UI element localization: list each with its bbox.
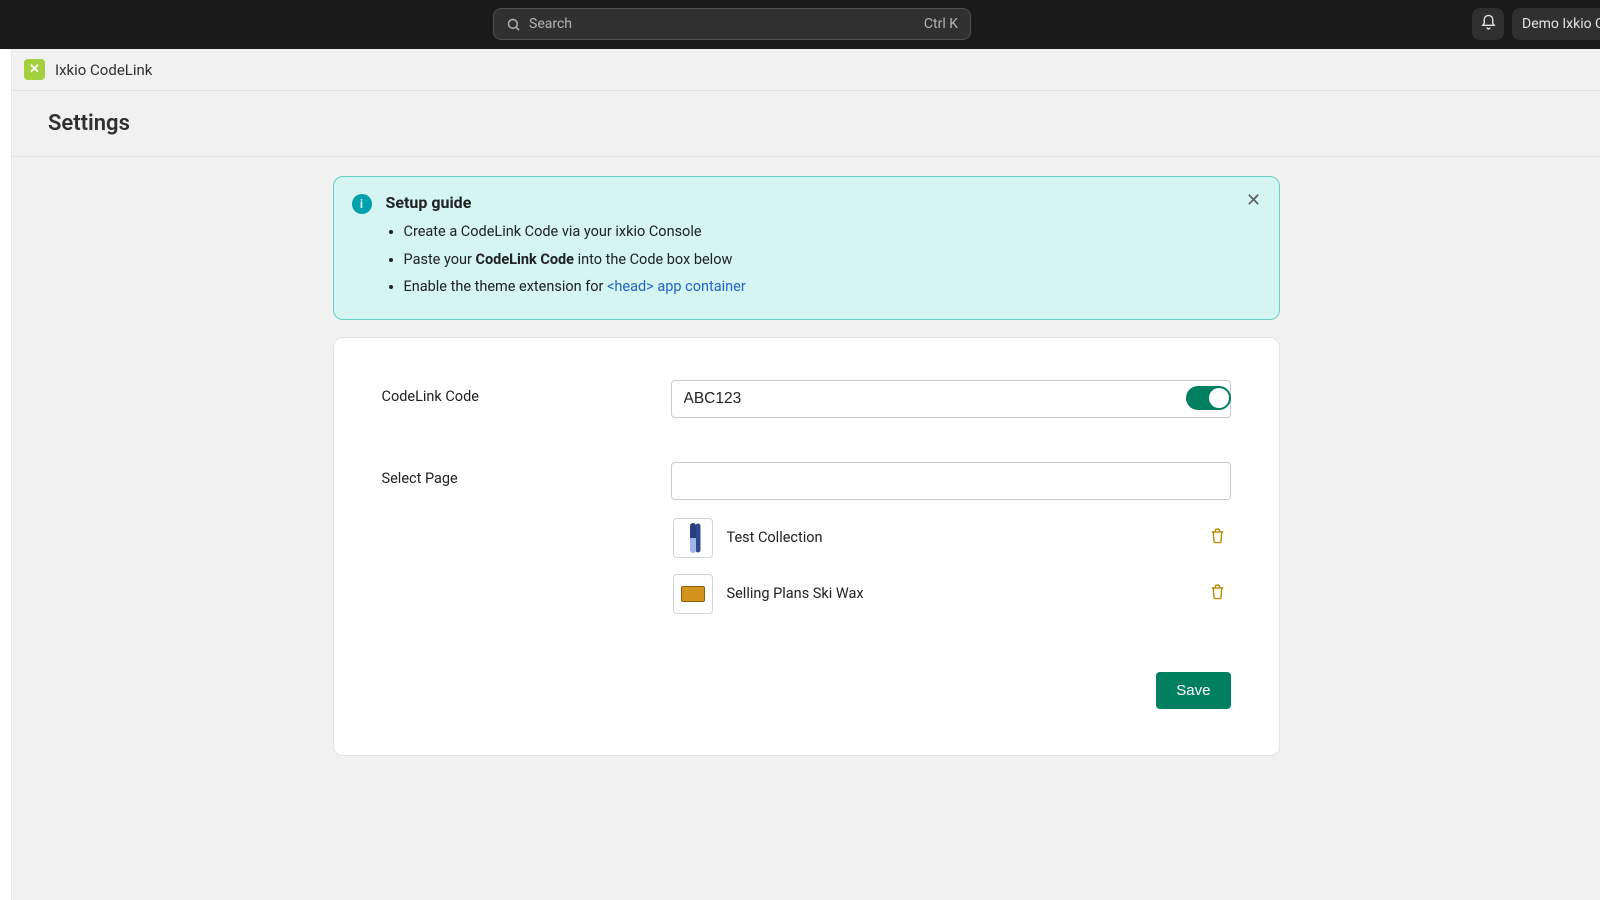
app-logo bbox=[24, 59, 45, 80]
top-bar: Search Ctrl K Demo Ixkio C bbox=[0, 0, 1600, 49]
app-header: Ixkio CodeLink bbox=[0, 49, 1600, 90]
close-icon: ✕ bbox=[1246, 190, 1261, 211]
info-icon: i bbox=[352, 194, 372, 214]
close-banner-button[interactable]: ✕ bbox=[1243, 189, 1265, 211]
search-placeholder: Search bbox=[529, 16, 924, 32]
notifications-button[interactable] bbox=[1472, 8, 1504, 40]
banner-title: Setup guide bbox=[386, 193, 1261, 212]
search-input[interactable]: Search Ctrl K bbox=[493, 8, 971, 40]
app-name: Ixkio CodeLink bbox=[55, 61, 152, 79]
list-item: Test Collection bbox=[671, 510, 1231, 566]
page-name: Test Collection bbox=[727, 529, 1193, 546]
select-page-input[interactable] bbox=[671, 462, 1231, 500]
remove-page-button[interactable] bbox=[1207, 583, 1229, 605]
codelink-code-label: CodeLink Code bbox=[382, 380, 671, 405]
codelink-code-input[interactable] bbox=[671, 380, 1231, 418]
banner-item: Paste your CodeLink Code into the Code b… bbox=[404, 246, 1261, 274]
page-shell: Settings i Setup guide Create a CodeLink… bbox=[12, 90, 1600, 796]
trash-icon bbox=[1209, 583, 1226, 604]
account-menu[interactable]: Demo Ixkio C bbox=[1512, 8, 1600, 40]
search-icon bbox=[506, 17, 521, 32]
toggle-knob bbox=[1209, 388, 1229, 408]
settings-card: CodeLink Code Select Page Test Collectio… bbox=[333, 337, 1280, 756]
save-button[interactable]: Save bbox=[1156, 672, 1230, 709]
page-name: Selling Plans Ski Wax bbox=[727, 585, 1193, 602]
selected-pages-list: Test Collection Selling Plans Ski Wax bbox=[671, 510, 1231, 622]
bell-icon bbox=[1480, 14, 1497, 35]
trash-icon bbox=[1209, 527, 1226, 548]
setup-guide-banner: i Setup guide Create a CodeLink Code via… bbox=[333, 176, 1280, 320]
left-rail bbox=[0, 49, 12, 900]
page-title: Settings bbox=[12, 91, 1600, 156]
search-shortcut: Ctrl K bbox=[924, 16, 958, 32]
list-item: Selling Plans Ski Wax bbox=[671, 566, 1231, 622]
remove-page-button[interactable] bbox=[1207, 527, 1229, 549]
account-label: Demo Ixkio C bbox=[1522, 16, 1600, 32]
page-thumbnail bbox=[673, 518, 713, 558]
enable-toggle[interactable] bbox=[1186, 386, 1231, 410]
select-page-label: Select Page bbox=[382, 462, 671, 487]
head-app-container-link[interactable]: <head> app container bbox=[607, 278, 746, 295]
banner-item: Create a CodeLink Code via your ixkio Co… bbox=[404, 218, 1261, 246]
banner-item: Enable the theme extension for <head> ap… bbox=[404, 273, 1261, 301]
page-content: i Setup guide Create a CodeLink Code via… bbox=[12, 156, 1600, 796]
page-thumbnail bbox=[673, 574, 713, 614]
